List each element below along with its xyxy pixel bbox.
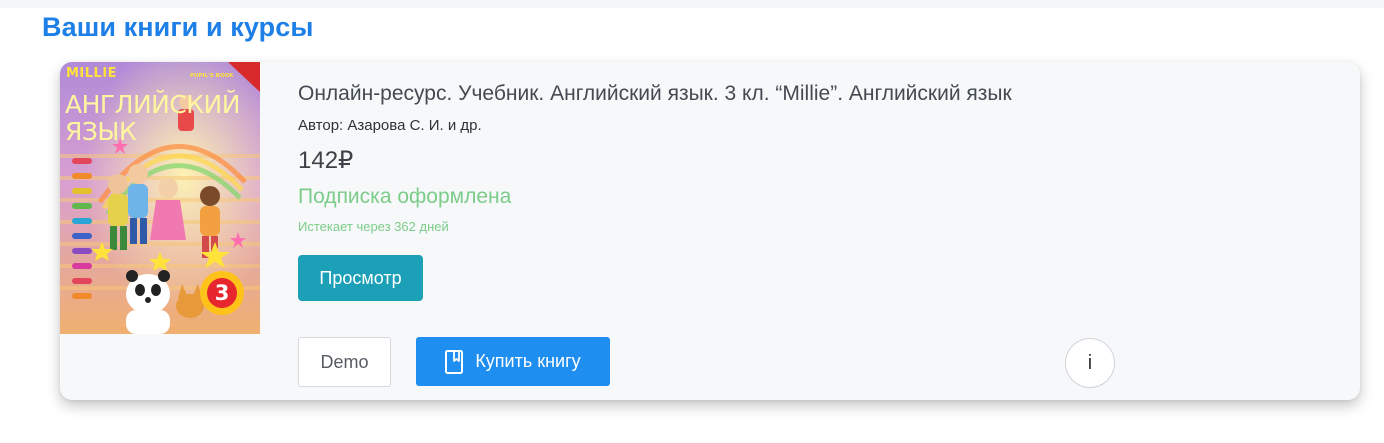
demo-button[interactable]: Demo	[298, 337, 391, 387]
cover-title-line1: АНГЛИЙСКИЙ	[65, 90, 240, 119]
info-button[interactable]: i	[1065, 338, 1115, 388]
buy-book-button-label: Купить книгу	[475, 351, 581, 371]
subscription-expiry: Истекает через 362 дней	[298, 219, 449, 234]
cover-series-label: MILLIE	[66, 66, 118, 81]
book-price: 142₽	[298, 147, 354, 174]
subscription-status: Подписка оформлена	[298, 185, 512, 208]
cover-edition-label: PUPIL'S BOOK	[190, 73, 234, 79]
view-button-label: Просмотр	[319, 267, 402, 288]
book-title: Онлайн-ресурс. Учебник. Английский язык.…	[298, 82, 1012, 105]
buy-book-button[interactable]: Купить книгу	[416, 337, 610, 386]
top-strip	[0, 0, 1384, 8]
book-cover[interactable]: MILLIE PUPIL'S BOOK АНГЛИЙСКИЙ ЯЗЫК 3	[60, 62, 260, 334]
book-icon	[445, 349, 464, 374]
demo-button-label: Demo	[320, 351, 369, 372]
section-title: Ваши книги и курсы	[42, 12, 314, 42]
book-author: Автор: Азарова С. И. и др.	[298, 117, 482, 134]
book-card: MILLIE PUPIL'S BOOK АНГЛИЙСКИЙ ЯЗЫК 3 Он…	[60, 62, 1360, 400]
cover-grade-badge: 3	[214, 281, 230, 305]
view-button[interactable]: Просмотр	[298, 255, 423, 301]
info-icon: i	[1087, 351, 1093, 374]
cover-title-line2: ЯЗЫК	[65, 117, 137, 146]
